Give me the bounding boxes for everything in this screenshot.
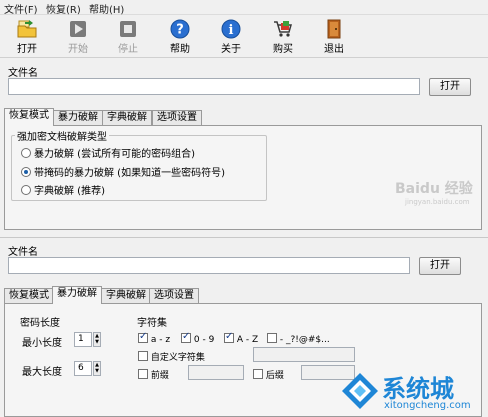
tab-options[interactable]: 选项设置 [152, 110, 202, 126]
charset-special-label: - _?!@#$... [279, 335, 330, 345]
exit-toolbar-button[interactable]: 退出 [309, 16, 359, 58]
help-label: 帮助 [170, 44, 190, 55]
suffix-option[interactable]: 后缀 [253, 368, 284, 381]
stop-toolbar-button[interactable]: 停止 [103, 16, 153, 58]
radio-button[interactable] [21, 185, 31, 195]
charset-digits[interactable]: 0 - 9 [181, 331, 215, 345]
attack-type-title: 强加密文档破解类型 [15, 128, 109, 143]
cart-icon [274, 21, 292, 37]
password-length-title: 密码长度 [20, 318, 60, 329]
stop-icon [120, 21, 136, 37]
radio-mask-attack[interactable]: 带掩码的暴力破解 (如果知道一些密码符号) [21, 164, 225, 179]
stop-label: 停止 [118, 44, 138, 55]
prefix-input[interactable] [188, 365, 244, 380]
charset-digits-label: 0 - 9 [193, 335, 215, 345]
checkbox[interactable] [138, 331, 148, 343]
file-name-input[interactable] [8, 78, 420, 95]
radio-button[interactable] [21, 148, 31, 158]
radio-dictionary-label: 字典破解 (推荐) [34, 186, 105, 197]
open-toolbar-button[interactable]: 打开 [2, 16, 52, 58]
custom-charset-label: 自定义字符集 [150, 353, 205, 363]
svg-text:?: ? [176, 23, 184, 38]
buy-toolbar-button[interactable]: 购买 [258, 16, 308, 58]
charset-special[interactable]: - _?!@#$... [267, 333, 330, 345]
radio-button-selected[interactable] [21, 167, 31, 177]
min-length-stepper[interactable]: ▲ ▼ [93, 332, 101, 347]
suffix-label: 后缀 [265, 371, 284, 381]
baidu-watermark-url: jingyan.baidu.com [405, 198, 470, 206]
charset-lowercase-label: a - z [150, 335, 171, 345]
xitongcheng-watermark: 系统城 xitongcheng.com [340, 368, 488, 417]
checkbox[interactable] [138, 351, 148, 361]
tab-brute-force[interactable]: 暴力破解 [52, 286, 102, 304]
start-toolbar-button[interactable]: 开始 [53, 16, 103, 58]
open-folder-icon [17, 20, 37, 38]
open-file-button[interactable]: 打开 [419, 257, 461, 275]
radio-brute-force-label: 暴力破解 (尝试所有可能的密码组合) [34, 149, 195, 160]
prefix-label: 前缀 [150, 371, 169, 381]
about-label: 关于 [221, 44, 241, 55]
checkbox[interactable] [138, 369, 148, 379]
charset-title: 字符集 [137, 318, 167, 329]
baidu-watermark: Baidu 经验 [395, 181, 473, 197]
info-icon: i [221, 19, 241, 39]
charset-uppercase[interactable]: A - Z [224, 331, 259, 345]
prefix-option[interactable]: 前缀 [138, 368, 169, 381]
charset-uppercase-label: A - Z [236, 335, 259, 345]
charset-lowercase[interactable]: a - z [138, 331, 171, 345]
tab-brute-force[interactable]: 暴力破解 [53, 110, 103, 126]
min-length-label: 最小长度 [22, 338, 62, 349]
radio-dictionary[interactable]: 字典破解 (推荐) [21, 182, 105, 197]
tab-dictionary[interactable]: 字典破解 [102, 110, 152, 126]
custom-charset-option[interactable]: 自定义字符集 [138, 350, 205, 363]
xitongcheng-site-name: 系统城 [382, 375, 454, 403]
max-length-stepper[interactable]: ▲ ▼ [93, 361, 101, 376]
menu-recover[interactable]: 恢复(R) [46, 1, 81, 16]
custom-charset-input[interactable] [253, 347, 355, 362]
tab-dictionary[interactable]: 字典破解 [101, 288, 151, 304]
tab-options[interactable]: 选项设置 [149, 288, 199, 304]
checkbox[interactable] [267, 333, 277, 343]
menu-help[interactable]: 帮助(H) [89, 1, 124, 16]
xitongcheng-logo-icon [342, 373, 378, 409]
min-length-input[interactable]: 1 [74, 332, 92, 347]
file-name-label: 文件名 [8, 247, 38, 258]
help-icon: ? [170, 19, 190, 39]
start-label: 开始 [68, 44, 88, 55]
open-label: 打开 [17, 44, 37, 55]
xitongcheng-site-url: xitongcheng.com [384, 400, 471, 411]
top-window: 文件(F) 恢复(R) 帮助(H) 打开 开始 停止 ? 帮助 i 关于 购买 … [0, 0, 488, 232]
radio-brute-force[interactable]: 暴力破解 (尝试所有可能的密码组合) [21, 145, 195, 160]
file-name-label: 文件名 [8, 68, 38, 79]
open-file-button[interactable]: 打开 [429, 78, 471, 96]
file-name-input[interactable] [8, 257, 410, 274]
help-toolbar-button[interactable]: ? 帮助 [155, 16, 205, 58]
menu-bar: 文件(F) 恢复(R) 帮助(H) [0, 0, 488, 16]
max-length-label: 最大长度 [22, 367, 62, 378]
checkbox[interactable] [181, 331, 191, 343]
tab-recovery-mode[interactable]: 恢复模式 [4, 288, 54, 304]
exit-label: 退出 [324, 44, 344, 55]
max-length-input[interactable]: 6 [74, 361, 92, 376]
tab-recovery-mode[interactable]: 恢复模式 [4, 108, 54, 126]
toolbar: 打开 开始 停止 ? 帮助 i 关于 购买 退出 [0, 16, 488, 58]
radio-mask-attack-label: 带掩码的暴力破解 (如果知道一些密码符号) [34, 168, 225, 179]
menu-file[interactable]: 文件(F) [4, 1, 38, 16]
exit-door-icon [327, 19, 341, 39]
checkbox[interactable] [224, 331, 234, 343]
about-toolbar-button[interactable]: i 关于 [206, 16, 256, 58]
svg-text:i: i [229, 23, 234, 38]
play-icon [70, 21, 86, 37]
checkbox[interactable] [253, 369, 263, 379]
buy-label: 购买 [273, 44, 293, 55]
